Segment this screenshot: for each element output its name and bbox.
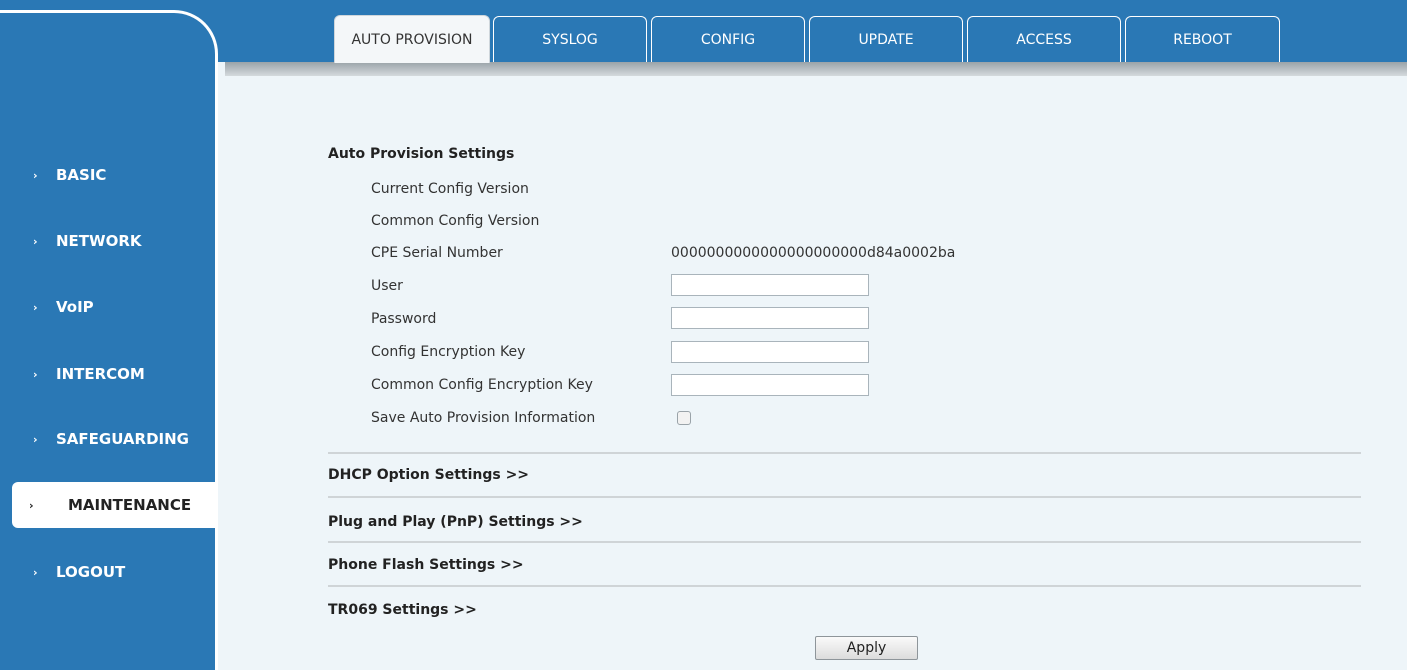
sidebar-item-logout[interactable]: › LOGOUT xyxy=(0,552,218,592)
user-label: User xyxy=(371,278,403,294)
config-encryption-key-input[interactable] xyxy=(671,341,869,363)
tr069-settings-link[interactable]: TR069 Settings >> xyxy=(328,602,477,618)
tab-syslog[interactable]: SYSLOG xyxy=(493,16,647,62)
divider xyxy=(328,541,1361,543)
chevron-right-icon: › xyxy=(29,498,34,512)
divider xyxy=(328,585,1361,587)
sidebar-item-voip[interactable]: › VoIP xyxy=(0,287,218,327)
phone-flash-settings-link[interactable]: Phone Flash Settings >> xyxy=(328,557,524,573)
sidebar-item-label: NETWORK xyxy=(56,232,142,250)
pnp-settings-link[interactable]: Plug and Play (PnP) Settings >> xyxy=(328,514,583,530)
divider xyxy=(328,452,1361,454)
sidebar-item-label: LOGOUT xyxy=(56,563,126,581)
common-config-encryption-key-label: Common Config Encryption Key xyxy=(371,377,593,393)
cpe-serial-number-label: CPE Serial Number xyxy=(371,245,503,261)
common-config-version-label: Common Config Version xyxy=(371,213,540,229)
sidebar-item-intercom[interactable]: › INTERCOM xyxy=(0,354,218,394)
sidebar-item-basic[interactable]: › BASIC xyxy=(0,155,218,195)
sidebar-item-maintenance[interactable]: › MAINTENANCE xyxy=(12,482,218,528)
top-bar-shadow xyxy=(225,62,1407,76)
tab-auto-provision[interactable]: AUTO PROVISION xyxy=(334,15,490,63)
sidebar-item-network[interactable]: › NETWORK xyxy=(0,221,218,261)
cpe-serial-number-value: 0000000000000000000000d84a0002ba xyxy=(671,245,956,261)
save-auto-provision-info-label: Save Auto Provision Information xyxy=(371,410,596,426)
sidebar-item-label: MAINTENANCE xyxy=(68,496,192,514)
tab-config[interactable]: CONFIG xyxy=(651,16,805,62)
divider xyxy=(328,496,1361,498)
save-auto-provision-info-checkbox[interactable] xyxy=(677,411,691,425)
user-input[interactable] xyxy=(671,274,869,296)
sidebar-item-safeguarding[interactable]: › SAFEGUARDING xyxy=(0,419,218,459)
password-label: Password xyxy=(371,311,437,327)
sidebar-item-label: INTERCOM xyxy=(56,365,145,383)
apply-button[interactable]: Apply xyxy=(815,636,918,660)
config-encryption-key-label: Config Encryption Key xyxy=(371,344,526,360)
sidebar-item-label: SAFEGUARDING xyxy=(56,430,189,448)
common-config-encryption-key-input[interactable] xyxy=(671,374,869,396)
sidebar-item-label: VoIP xyxy=(56,298,94,316)
auto-provision-settings-title: Auto Provision Settings xyxy=(328,146,515,162)
tab-reboot[interactable]: REBOOT xyxy=(1125,16,1280,62)
sidebar-item-label: BASIC xyxy=(56,166,107,184)
dhcp-option-settings-link[interactable]: DHCP Option Settings >> xyxy=(328,467,529,483)
tab-access[interactable]: ACCESS xyxy=(967,16,1121,62)
tab-update[interactable]: UPDATE xyxy=(809,16,963,62)
password-input[interactable] xyxy=(671,307,869,329)
current-config-version-label: Current Config Version xyxy=(371,181,529,197)
